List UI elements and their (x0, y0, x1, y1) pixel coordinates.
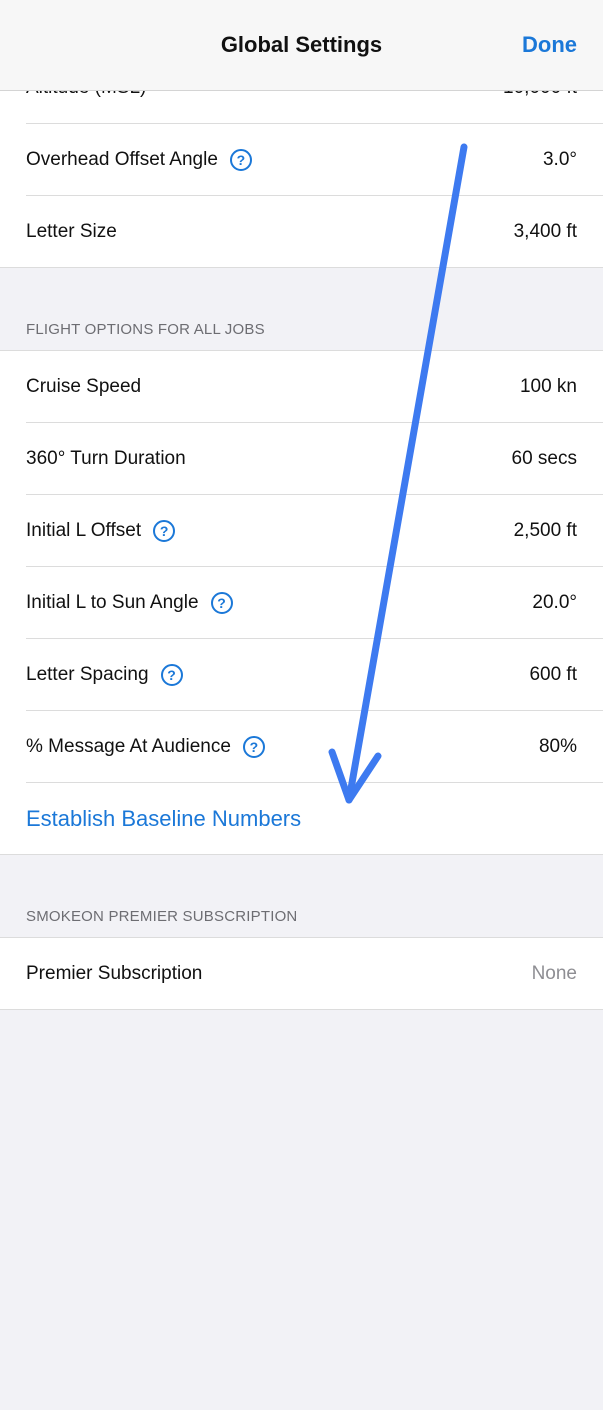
settings-list[interactable]: Altitude (MSL) 10,000 ft Overhead Offset… (0, 90, 603, 1410)
help-icon[interactable]: ? (229, 149, 252, 171)
letter-spacing-label: Letter Spacing (26, 664, 149, 685)
overhead-offset-angle-value: 3.0° (542, 149, 577, 170)
letter-spacing-value: 600 ft (529, 664, 577, 685)
establish-baseline-button[interactable]: Establish Baseline Numbers (0, 783, 603, 855)
turn-duration-value: 60 secs (511, 448, 577, 469)
cruise-speed-row[interactable]: Cruise Speed 100 kn (0, 351, 603, 423)
page-title: Global Settings (220, 32, 383, 57)
help-icon[interactable]: ? (242, 736, 265, 758)
establish-baseline-label: Establish Baseline Numbers (26, 806, 302, 831)
premier-subscription-label: Premier Subscription (26, 963, 203, 984)
initial-l-sun-angle-value: 20.0° (532, 592, 577, 613)
cruise-speed-value: 100 kn (519, 376, 577, 397)
message-at-audience-value: 80% (538, 736, 577, 757)
overhead-offset-angle-label: Overhead Offset Angle (26, 149, 218, 170)
section-flight-options: FLIGHT OPTIONS FOR ALL JOBS (0, 268, 603, 351)
letter-size-row[interactable]: Letter Size 3,400 ft (0, 196, 603, 268)
section-premier-subscription: SMOKEON PREMIER SUBSCRIPTION (0, 855, 603, 938)
cruise-speed-label: Cruise Speed (26, 376, 142, 397)
letter-spacing-row[interactable]: Letter Spacing ? 600 ft (0, 639, 603, 711)
initial-l-sun-angle-row[interactable]: Initial L to Sun Angle ? 20.0° (0, 567, 603, 639)
letter-size-value: 3,400 ft (513, 221, 577, 242)
message-at-audience-row[interactable]: % Message At Audience ? 80% (0, 711, 603, 783)
help-icon[interactable]: ? (153, 520, 176, 542)
turn-duration-label: 360° Turn Duration (26, 448, 186, 469)
message-at-audience-label: % Message At Audience (26, 736, 231, 757)
done-button[interactable]: Done (522, 32, 577, 58)
initial-l-sun-angle-label: Initial L to Sun Angle (26, 592, 199, 613)
section-header: FLIGHT OPTIONS FOR ALL JOBS (26, 321, 265, 338)
initial-l-offset-value: 2,500 ft (513, 520, 577, 541)
premier-subscription-row[interactable]: Premier Subscription None (0, 938, 603, 1010)
turn-duration-row[interactable]: 360° Turn Duration 60 secs (0, 423, 603, 495)
initial-l-offset-row[interactable]: Initial L Offset ? 2,500 ft (0, 495, 603, 567)
premier-subscription-value: None (531, 963, 577, 984)
section-header: SMOKEON PREMIER SUBSCRIPTION (26, 908, 298, 925)
navigation-bar: Global Settings Done (0, 0, 603, 91)
altitude-label: Altitude (MSL) (26, 90, 146, 99)
overhead-offset-angle-row[interactable]: Overhead Offset Angle ? 3.0° (0, 124, 603, 196)
initial-l-offset-label: Initial L Offset (26, 520, 142, 541)
altitude-value: 10,000 ft (503, 90, 577, 99)
letter-size-label: Letter Size (26, 221, 117, 242)
altitude-row[interactable]: Altitude (MSL) 10,000 ft (0, 90, 603, 124)
help-icon[interactable]: ? (210, 592, 233, 614)
list-background (0, 1010, 603, 1410)
help-icon[interactable]: ? (160, 664, 183, 686)
